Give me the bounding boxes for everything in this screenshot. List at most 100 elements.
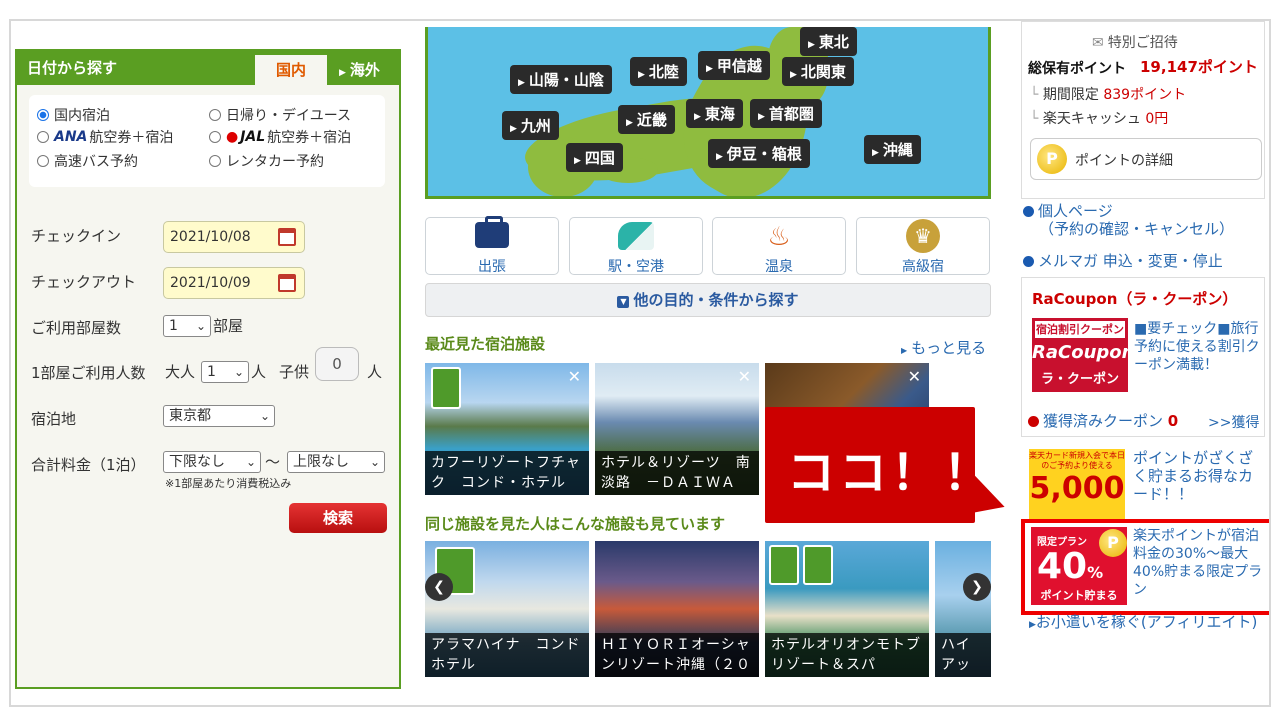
card-promo-banner[interactable]: 楽天カード新規入会で本日のご予約より使える 5,000 (1029, 449, 1125, 519)
checkout-date-value: 2021/10/09 (170, 275, 251, 291)
checkout-label: チェックアウト (31, 273, 137, 291)
region-izu-hakone[interactable]: ▶ 伊豆・箱根 (708, 139, 810, 168)
region-kinki[interactable]: ▶ 近畿 (618, 105, 675, 134)
radio-highway-bus[interactable]: 高速バス予約 (37, 151, 138, 171)
more-conditions-button[interactable]: ▼ 他の目的・条件から探す (425, 283, 991, 317)
region-shikoku[interactable]: ▶ 四国 (566, 143, 623, 172)
region-shutoken[interactable]: ▶ 首都圏 (750, 99, 822, 128)
radio-icon (209, 109, 221, 121)
carousel-prev-button[interactable]: ❮ (425, 573, 453, 601)
affiliate-link-label: お小遣いを稼ぐ(アフィリエイト) (1035, 613, 1258, 631)
close-icon[interactable]: ✕ (738, 367, 751, 386)
tree-branch-icon: └ (1030, 87, 1043, 103)
limited-plan-banner[interactable]: 限定プラン 40% ポイント貯まる P (1031, 527, 1127, 605)
see-more-link[interactable]: ▶ もっと見る (901, 337, 986, 358)
racoupon-desc-link[interactable]: ■要チェック■旅行予約に使える割引クーポン満載！ (1134, 320, 1262, 374)
radio-selected-icon (37, 109, 49, 121)
card-promo-link[interactable]: ポイントがざくざく貯まるお得なカード！！ (1133, 449, 1263, 503)
tab-overseas[interactable]: ▶ 海外 (333, 55, 399, 85)
region-label: 山陽・山陰 (528, 71, 604, 89)
radio-label: 高速バス予約 (54, 154, 138, 170)
radio-jal-flight-hotel[interactable]: ● JAL 航空券＋宿泊 (209, 127, 351, 147)
region-tohoku[interactable]: ▶ 東北 (800, 27, 857, 56)
region-kyushu[interactable]: ▶ 九州 (502, 111, 559, 140)
recent-hotel-card[interactable]: ✕ カフーリゾートフチャク コンド・ホテル (425, 363, 589, 495)
purpose-onsen-button[interactable]: ♨ 温泉 (712, 217, 846, 275)
checkout-date-field[interactable]: 2021/10/09 (163, 267, 305, 299)
chevron-down-icon: ⌄ (245, 455, 256, 469)
award-badge-icon (769, 545, 799, 585)
purpose-station-airport-button[interactable]: 駅・空港 (569, 217, 703, 275)
special-invite[interactable]: ✉ 特別ご招待 (1092, 32, 1178, 52)
radio-label: 航空券＋宿泊 (89, 130, 174, 146)
radio-rental-car[interactable]: レンタカー予約 (209, 151, 324, 171)
checkin-date-value: 2021/10/08 (170, 229, 251, 245)
radio-domestic-stay[interactable]: 国内宿泊 (37, 105, 110, 125)
racoupon-title: RaCoupon（ラ・クーポン） (1032, 290, 1238, 308)
close-icon[interactable]: ✕ (908, 367, 921, 386)
price-max-select[interactable]: 上限なし ⌄ (287, 451, 385, 473)
region-sanyo-sanin[interactable]: ▶ 山陽・山陰 (510, 65, 612, 94)
recent-hotel-card[interactable]: ✕ ホテル＆リゾーツ 南淡路 －ＤＡＩＷＡ (595, 363, 759, 495)
calendar-icon[interactable] (278, 274, 296, 292)
adult-select[interactable]: 1 ⌄ (201, 361, 249, 383)
mypage-link-sub[interactable]: （予約の確認・キャンセル） (1039, 219, 1234, 239)
price-min-value: 下限なし (169, 454, 225, 470)
region-tokai[interactable]: ▶ 東海 (686, 99, 743, 128)
destination-select[interactable]: 東京都 ⌄ (163, 405, 275, 427)
rooms-select[interactable]: 1 ⌄ (163, 315, 211, 337)
tab-domestic[interactable]: 国内 (255, 55, 327, 85)
triangle-right-icon: ▶ (638, 70, 645, 80)
tab-overseas-label: 海外 (349, 61, 380, 79)
carousel-next-button[interactable]: ❯ (963, 573, 991, 601)
also-viewed-hotel-card[interactable]: ハイアットリージェンシー (935, 541, 991, 677)
radio-icon (209, 131, 221, 143)
region-kita-kanto[interactable]: ▶ 北関東 (782, 57, 854, 86)
purpose-label: 温泉 (765, 259, 793, 275)
also-viewed-hotel-card[interactable]: ＨＩＹＯＲＩオーシャンリゾート沖縄（２０ (595, 541, 759, 677)
checkin-label: チェックイン (31, 227, 122, 245)
mail-icon: ✉ (1092, 35, 1104, 51)
purpose-label: 出張 (478, 259, 506, 275)
radio-label: 国内宿泊 (54, 108, 110, 124)
destination-label: 宿泊地 (31, 410, 77, 428)
region-hokuriku[interactable]: ▶ 北陸 (630, 57, 687, 86)
region-okinawa[interactable]: ▶ 沖縄 (864, 135, 921, 164)
calendar-icon[interactable] (278, 228, 296, 246)
also-viewed-hotel-card[interactable]: ホテルオリオンモトブリゾート＆スパ (765, 541, 929, 677)
points-detail-button[interactable]: P ポイントの詳細 (1030, 138, 1262, 180)
radio-day-use[interactable]: 日帰り・デイユース (209, 105, 351, 125)
purpose-business-button[interactable]: 出張 (425, 216, 559, 275)
region-label: 北陸 (648, 63, 679, 81)
also-viewed-hotel-card[interactable]: アラマハイナ コンドホテル (425, 541, 589, 677)
price-min-select[interactable]: 下限なし ⌄ (163, 451, 261, 473)
chevron-right-icon: ❯ (971, 579, 983, 595)
limited-plan-link[interactable]: 楽天ポイントが宿泊料金の30%～最大40%貯まる限定プラン (1133, 527, 1265, 599)
mypage-link[interactable]: 個人ページ (1023, 201, 1113, 221)
triangle-right-icon: ▶ (339, 68, 346, 78)
triangle-right-icon: ▶ (808, 40, 815, 50)
acquire-link[interactable]: >>獲得 (1208, 412, 1259, 432)
radio-label: レンタカー予約 (226, 154, 324, 170)
hotel-name: ホテルオリオンモトブリゾート＆スパ (765, 633, 929, 677)
checkin-date-field[interactable]: 2021/10/08 (163, 221, 305, 253)
acquired-coupons-link[interactable]: 獲得済みクーポン 0 (1028, 410, 1178, 431)
close-icon[interactable]: ✕ (568, 367, 581, 386)
total-points-value: 19,147ポイント (1140, 58, 1258, 76)
purpose-luxury-button[interactable]: ♛ 高級宿 (856, 217, 990, 275)
tree-branch-icon: └ (1030, 111, 1043, 127)
rooms-value: 1 (169, 318, 178, 334)
affiliate-link[interactable]: ▶お小遣いを稼ぐ(アフィリエイト) (1029, 611, 1257, 632)
mailmag-link-label: メルマガ 申込・変更・停止 (1038, 252, 1223, 270)
child-count-field[interactable]: 0 (315, 347, 359, 381)
mailmag-link[interactable]: メルマガ 申込・変更・停止 (1023, 251, 1223, 271)
search-button[interactable]: 検索 (289, 503, 387, 533)
purpose-label: 高級宿 (902, 259, 944, 275)
hotel-name: ＨＩＹＯＲＩオーシャンリゾート沖縄（２０ (595, 633, 759, 677)
racoupon-logo[interactable]: 宿泊割引クーポン RaCoupon ラ・クーポン (1032, 318, 1134, 392)
region-koshinetsu[interactable]: ▶ 甲信越 (698, 51, 770, 80)
jal-crane-icon: ● (226, 129, 239, 145)
highlighted-plan-box: 限定プラン 40% ポイント貯まる P 楽天ポイントが宿泊料金の30%～最大40… (1021, 519, 1269, 615)
radio-ana-flight-hotel[interactable]: ANA 航空券＋宿泊 (37, 127, 173, 147)
triangle-right-icon: ▶ (518, 78, 525, 88)
